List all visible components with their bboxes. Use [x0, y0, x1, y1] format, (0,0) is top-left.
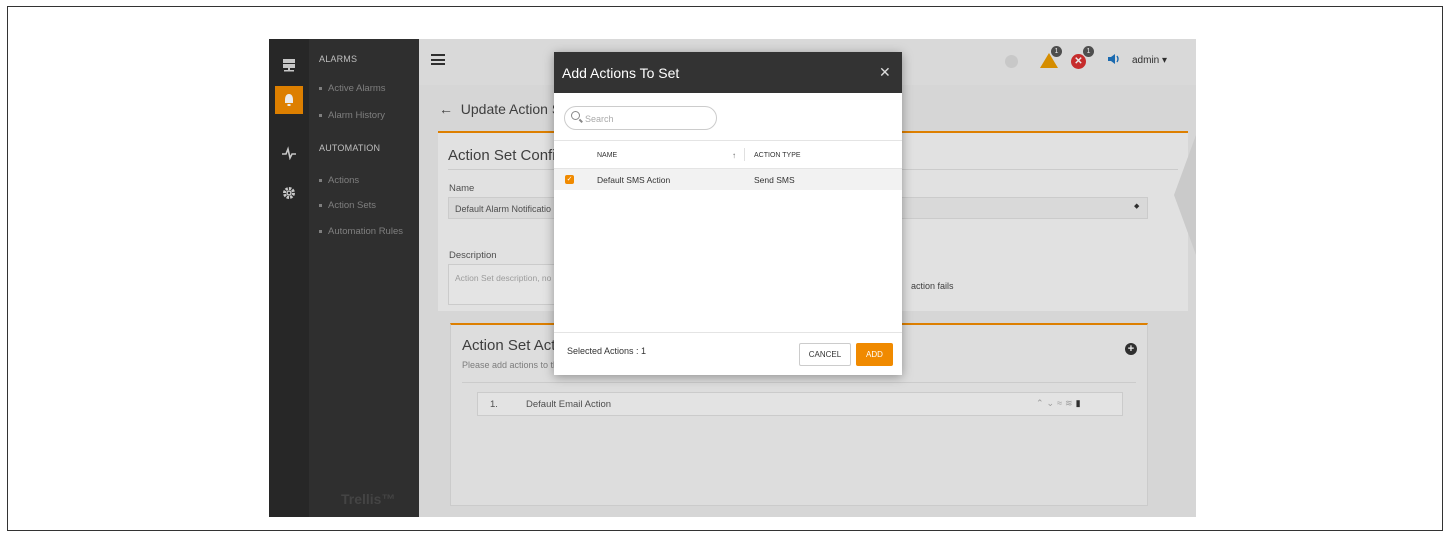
- divider: [554, 140, 902, 141]
- row-checkbox[interactable]: ✓: [565, 175, 574, 184]
- modal-title: Add Actions To Set: [562, 65, 680, 81]
- search-icon: [571, 111, 580, 120]
- column-separator: [744, 148, 745, 161]
- add-actions-modal: Add Actions To Set ✕ NAME ↑ ACTION TYPE …: [554, 52, 902, 375]
- column-header-action-type[interactable]: ACTION TYPE: [754, 152, 801, 159]
- column-header-name[interactable]: NAME: [597, 152, 617, 159]
- cancel-button[interactable]: CANCEL: [799, 343, 851, 366]
- search-input[interactable]: [585, 111, 710, 126]
- divider: [554, 332, 902, 333]
- screenshot-frame: ALARMS Active Alarms Alarm History AUTOM…: [7, 6, 1443, 531]
- close-icon[interactable]: ✕: [879, 64, 891, 81]
- modal-header: Add Actions To Set ✕: [554, 52, 902, 93]
- add-button[interactable]: ADD: [856, 343, 893, 366]
- search-box: [564, 106, 717, 130]
- selected-count: Selected Actions : 1: [567, 346, 647, 356]
- row-name: Default SMS Action: [597, 175, 671, 185]
- sort-asc-icon[interactable]: ↑: [732, 151, 736, 160]
- table-row[interactable]: ✓ Default SMS Action Send SMS: [554, 169, 902, 190]
- row-type: Send SMS: [754, 175, 795, 185]
